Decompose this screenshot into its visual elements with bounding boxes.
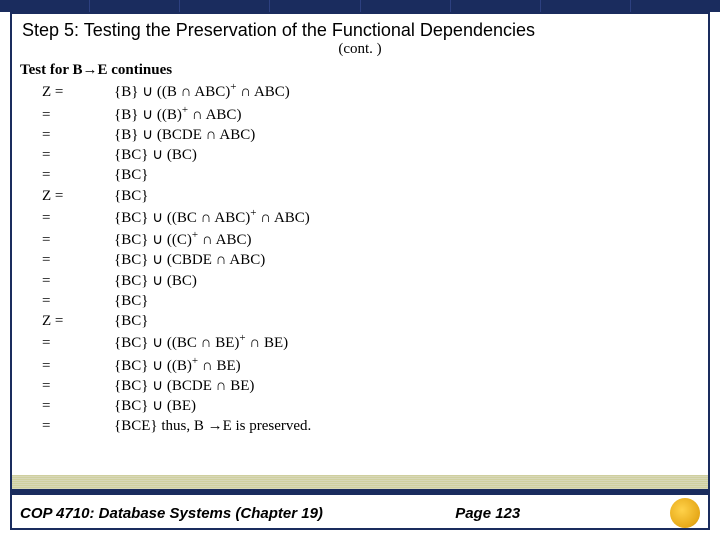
nav-segment[interactable]	[541, 0, 631, 12]
derivation-step: ={BC} ∪ (BC)	[56, 145, 700, 165]
derivation-step: ={BCE} thus, B →E is preserved.	[56, 416, 700, 436]
nav-segment[interactable]	[451, 0, 541, 12]
derivation-step: ={BC} ∪ (BE)	[56, 396, 700, 416]
test-for-line: Test for B→E continues	[20, 60, 700, 80]
derivation-step: ={BC} ∪ ((B)+ ∩ BE)	[56, 354, 700, 376]
footer-page: Page 123	[455, 505, 605, 522]
footer-course: COP 4710: Database Systems (Chapter 19)	[20, 505, 455, 522]
derivation-step: ={B} ∪ (BCDE ∩ ABC)	[56, 125, 700, 145]
ucf-logo-icon	[670, 498, 700, 528]
derivation-step: ={BC} ∪ (BCDE ∩ BE)	[56, 376, 700, 396]
slide-frame: Step 5: Testing the Preservation of the …	[10, 12, 710, 530]
nav-segment[interactable]	[270, 0, 360, 12]
slide-subtitle-cont: (cont. )	[12, 41, 708, 58]
top-nav-strip	[0, 0, 720, 12]
derivation-step: Z ={B} ∪ ((B ∩ ABC)+ ∩ ABC)	[56, 80, 700, 102]
derivation-step: ={BC}	[56, 165, 700, 185]
slide-body: Test for B→E continues Z ={B} ∪ ((B ∩ AB…	[12, 58, 708, 439]
derivation-step: ={B} ∪ ((B)+ ∩ ABC)	[56, 103, 700, 125]
nav-segment[interactable]	[631, 0, 720, 12]
derivation-step: Z ={BC}	[56, 186, 700, 206]
footer-texture	[12, 475, 708, 489]
slide-footer: COP 4710: Database Systems (Chapter 19) …	[12, 475, 708, 528]
nav-segment[interactable]	[90, 0, 180, 12]
nav-segment[interactable]	[361, 0, 451, 12]
nav-segment[interactable]	[0, 0, 90, 12]
derivation-step: ={BC} ∪ ((C)+ ∩ ABC)	[56, 228, 700, 250]
derivation-step: ={BC} ∪ ((BC ∩ BE)+ ∩ BE)	[56, 331, 700, 353]
derivation-step: ={BC} ∪ (CBDE ∩ ABC)	[56, 250, 700, 270]
slide-title: Step 5: Testing the Preservation of the …	[12, 14, 708, 43]
derivation-step: ={BC} ∪ ((BC ∩ ABC)+ ∩ ABC)	[56, 206, 700, 228]
nav-segment[interactable]	[180, 0, 270, 12]
derivation-step: ={BC}	[56, 291, 700, 311]
derivation-step: ={BC} ∪ (BC)	[56, 271, 700, 291]
derivation-step: Z ={BC}	[56, 311, 700, 331]
